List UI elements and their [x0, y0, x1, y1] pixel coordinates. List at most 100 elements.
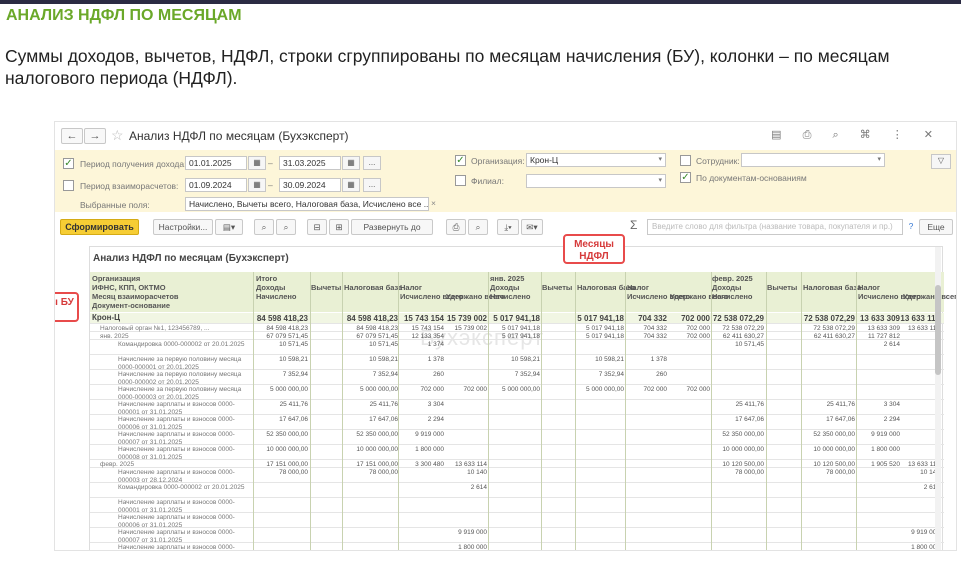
table-cell: 702 000	[463, 386, 488, 393]
calendar-icon[interactable]: ▦	[248, 178, 266, 192]
table-row[interactable]: Начисление зарплаты и взносов 0000-00000…	[90, 498, 944, 513]
table-row[interactable]: Начисление зарплаты и взносов 0000-00000…	[90, 543, 944, 551]
table-row[interactable]: Крон-Ц 84 598 418,23 84 598 418,23 15 743 1…	[90, 313, 944, 324]
back-button[interactable]: ←	[61, 128, 83, 144]
period-choose-button[interactable]: ...	[363, 178, 381, 192]
period-choose-button[interactable]: ...	[363, 156, 381, 170]
vertical-scrollbar[interactable]	[935, 247, 941, 550]
table-cell: 10 120 500,00	[722, 461, 764, 468]
row-label: февр. 2025	[100, 461, 135, 468]
table-cell: 5 017 941,18	[502, 333, 540, 340]
send-icon[interactable]: ✉▾	[521, 219, 543, 235]
hdr-income: Доходы	[490, 283, 520, 292]
table-cell: 10 598,21	[369, 356, 398, 363]
hdr-accrued: Начислено	[712, 292, 753, 301]
row-label: Командировка 0000-000002 от 20.01.2025	[118, 341, 245, 348]
scroll-thumb[interactable]	[935, 285, 941, 375]
org-checkbox[interactable]: ✓	[455, 155, 466, 166]
fields-input[interactable]: Начислено, Вычеты всего, Налоговая база,…	[185, 197, 429, 211]
table-cell: 11 727 812	[867, 333, 900, 340]
table-cell: 10 000 000,00	[813, 446, 855, 453]
table-cell: 78 000,00	[735, 469, 764, 476]
table-row[interactable]: Налоговый орган №1, 123456789, ... 84 598…	[90, 324, 944, 332]
table-cell: 62 411 630,27	[722, 333, 764, 340]
table-cell: 7 352,94	[282, 371, 308, 378]
period-settle-to[interactable]: 30.09.2024	[279, 178, 341, 192]
period-settle-from[interactable]: 01.09.2024	[185, 178, 247, 192]
employee-checkbox[interactable]	[680, 155, 691, 166]
table-row[interactable]: Начисление зарплаты и взносов 0000-00000…	[90, 400, 944, 415]
period-settle-checkbox[interactable]	[63, 180, 74, 191]
sum-icon[interactable]: Σ	[630, 218, 637, 232]
expand-to-button[interactable]: Развернуть до	[351, 219, 433, 235]
generate-button[interactable]: Сформировать	[60, 219, 139, 235]
table-cell: 72 538 072,29	[722, 325, 764, 332]
table-cell: 5 017 941,18	[577, 314, 624, 323]
table-row[interactable]: Начисление зарплаты и взносов 0000-00000…	[90, 415, 944, 430]
table-cell: 78 000,00	[279, 469, 308, 476]
employee-select[interactable]: ▾	[741, 153, 885, 167]
org-select[interactable]: Крон-Ц ▾	[526, 153, 666, 167]
window-actions-icons[interactable]: ▤ ⎙ ⌕ ⌘ ⋮ ✕	[771, 128, 942, 142]
table-cell: 84 598 418,23	[356, 325, 398, 332]
table-row[interactable]: Начисление зарплаты и взносов 0000-00000…	[90, 445, 944, 460]
row-label: Начисление зарплаты и взносов 0000-00000…	[118, 544, 235, 551]
row-label: Начисление зарплаты и взносов 0000-00000…	[118, 416, 235, 430]
report-sheet: Анализ НДФЛ по месяцам (Бухэксперт) Бухэ…	[89, 246, 956, 551]
table-row[interactable]: Начисление за первую половину месяца 000…	[90, 385, 944, 400]
table-row[interactable]: Начисление зарплаты и взносов 0000-00000…	[90, 513, 944, 528]
favorite-star-icon[interactable]: ☆	[111, 127, 124, 144]
preview-icon[interactable]: ⌕	[468, 219, 488, 235]
table-row[interactable]: Командировка 0000-000002 от 20.01.2025 10…	[90, 340, 944, 355]
table-cell: 67 079 571,45	[356, 333, 398, 340]
row-label: янв. 2025	[100, 333, 129, 340]
period-income-checkbox[interactable]: ✓	[63, 158, 74, 169]
chevron-down-icon: ▾	[877, 156, 881, 163]
table-row[interactable]: Начисление зарплаты и взносов 0000-00000…	[90, 430, 944, 445]
table-cell: 260	[656, 371, 667, 378]
filter-icon[interactable]: ▽	[931, 154, 951, 169]
expand-icon[interactable]: ⊞	[329, 219, 349, 235]
row-label: Начисление зарплаты и взносов 0000-00000…	[118, 446, 235, 460]
table-cell: 702 000	[643, 386, 668, 393]
more-button[interactable]: Еще	[919, 219, 953, 235]
table-row[interactable]: Командировка 0000-000002 от 20.01.2025 2 …	[90, 483, 944, 498]
table-cell: 5 017 941,18	[586, 325, 624, 332]
by-docs-checkbox[interactable]: ✓	[680, 172, 691, 183]
table-row[interactable]: Начисление за первую половину месяца 000…	[90, 355, 944, 370]
clear-icon[interactable]: ×	[431, 198, 436, 208]
search-input[interactable]: Введите слово для фильтра (название това…	[647, 219, 903, 235]
collapse-icon[interactable]: ⊟	[307, 219, 327, 235]
hdr-ifns: ИФНС, КПП, ОКТМО	[92, 283, 166, 292]
branch-select[interactable]: ▾	[526, 174, 666, 188]
variants-button[interactable]: ▤▾	[215, 219, 243, 235]
calendar-icon[interactable]: ▦	[342, 178, 360, 192]
search-icon[interactable]: ⌕	[254, 219, 274, 235]
table-row[interactable]: февр. 2025 17 151 000,00 17 151 000,00 3 30…	[90, 460, 944, 468]
table-row[interactable]: Начисление зарплаты и взносов 0000-00000…	[90, 468, 944, 483]
table-cell: 17 647,06	[369, 416, 398, 423]
table-cell: 5 017 941,18	[493, 314, 540, 323]
period-income-to[interactable]: 31.03.2025	[279, 156, 341, 170]
row-label: Командировка 0000-000002 от 20.01.2025	[118, 484, 245, 491]
print-icon[interactable]: ⎙	[446, 219, 466, 235]
table-cell: 52 350 000,00	[266, 431, 308, 438]
save-icon[interactable]: ⤓▾	[497, 219, 519, 235]
table-row[interactable]: Начисление зарплаты и взносов 0000-00000…	[90, 528, 944, 543]
column-divider	[541, 272, 542, 550]
calendar-icon[interactable]: ▦	[342, 156, 360, 170]
table-cell: 702 000	[420, 386, 445, 393]
forward-button[interactable]: →	[84, 128, 106, 144]
settings-button[interactable]: Настройки...	[153, 219, 213, 235]
table-row[interactable]: янв. 2025 67 079 571,45 67 079 571,45 12 13…	[90, 332, 944, 340]
find-next-icon[interactable]: ⌕	[276, 219, 296, 235]
help-icon[interactable]: ?	[905, 219, 917, 235]
branch-checkbox[interactable]	[455, 175, 466, 186]
calendar-icon[interactable]: ▦	[248, 156, 266, 170]
column-divider	[398, 272, 399, 550]
table-cell: 52 350 000,00	[356, 431, 398, 438]
table-cell: 702 000	[686, 325, 711, 332]
table-row[interactable]: Начисление за первую половину месяца 000…	[90, 370, 944, 385]
period-income-from[interactable]: 01.01.2025	[185, 156, 247, 170]
table-cell: 13 633 309	[859, 314, 900, 323]
